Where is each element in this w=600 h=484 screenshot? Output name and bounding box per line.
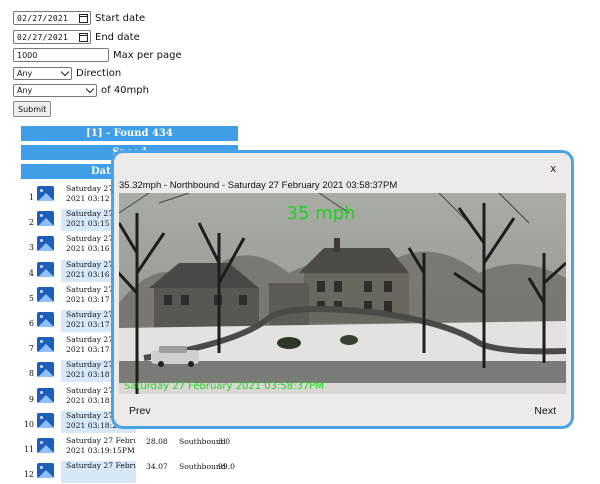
row-number: 11 bbox=[23, 445, 34, 454]
next-button[interactable]: Next bbox=[534, 405, 556, 417]
end-date-row: 02/27/2021 End date bbox=[13, 29, 140, 45]
row-number: 8 bbox=[28, 369, 34, 379]
overlay-timestamp-text: Saturday 27 February 2021 03:58:37PM bbox=[124, 381, 324, 392]
thumbnail-image-icon[interactable] bbox=[37, 312, 54, 327]
camera-photo: 35 mph Saturday 27 February 2021 03:58:3… bbox=[119, 193, 566, 394]
start-date-input[interactable]: 02/27/2021 bbox=[13, 11, 91, 25]
thumbnail-image-icon[interactable] bbox=[37, 236, 54, 252]
speed-cell: 28.08 bbox=[146, 437, 168, 446]
start-date-value: 02/27/2021 bbox=[17, 14, 69, 23]
speed-cell: 34.07 bbox=[146, 462, 168, 472]
max-per-page-input[interactable]: 1000 bbox=[13, 48, 109, 62]
speed-filter-select[interactable]: Any bbox=[13, 83, 97, 97]
date-line-1: Saturday 27 February bbox=[66, 436, 136, 445]
row-number: 9 bbox=[28, 394, 34, 404]
date-header: Dat bbox=[91, 166, 111, 177]
thumbnail-image-icon[interactable] bbox=[37, 211, 54, 227]
table-row: 12Saturday 27 February34.07Southbound99.… bbox=[21, 460, 238, 484]
thumbnail-image-icon[interactable] bbox=[37, 362, 54, 378]
direction-select[interactable]: Any bbox=[13, 66, 72, 80]
thumbnail-image-icon[interactable] bbox=[37, 186, 54, 201]
overlay-speed-text: 35 mph bbox=[287, 203, 356, 224]
speed-filter-value: Any bbox=[17, 85, 33, 95]
calendar-icon[interactable] bbox=[79, 14, 88, 23]
image-viewer-modal: x 35.32mph - Northbound - Saturday 27 Fe… bbox=[111, 150, 574, 429]
distance-cell: 99.0 bbox=[218, 462, 235, 472]
thumbnail-image-icon[interactable] bbox=[37, 337, 54, 353]
thumbnail-image-icon[interactable] bbox=[37, 286, 54, 302]
camera-snapshot-image: 35 mph Saturday 27 February 2021 03:58:3… bbox=[119, 193, 566, 394]
chevron-down-icon bbox=[85, 84, 95, 93]
end-date-input[interactable]: 02/27/2021 bbox=[13, 30, 91, 44]
date-line-1: Saturday 27 February bbox=[66, 461, 136, 471]
thumbnail-image-icon[interactable] bbox=[37, 387, 54, 403]
end-date-label: End date bbox=[95, 31, 140, 43]
date-cell: Saturday 27 February2021 03:19:15PM bbox=[61, 436, 136, 458]
max-per-page-label: Max per page bbox=[113, 49, 182, 61]
row-number: 4 bbox=[28, 268, 34, 278]
modal-caption: 35.32mph - Northbound - Saturday 27 Febr… bbox=[119, 180, 398, 191]
table-row: 11 Saturday 27 February2021 03:19:15PM 28.… bbox=[21, 435, 238, 459]
calendar-icon[interactable] bbox=[79, 33, 88, 42]
thumb-header bbox=[21, 164, 58, 179]
row-number: 7 bbox=[28, 344, 34, 354]
close-button[interactable]: x bbox=[551, 163, 557, 175]
submit-button[interactable]: Submit bbox=[13, 101, 52, 117]
speed-filter-label: of 40mph bbox=[101, 84, 149, 96]
row-number: 1 bbox=[28, 193, 34, 202]
row-number: 3 bbox=[28, 243, 34, 253]
results-banner: [1] - Found 434 bbox=[21, 126, 238, 141]
start-date-row: 02/27/2021 Start date bbox=[13, 10, 145, 26]
direction-value: Any bbox=[17, 68, 33, 78]
row-number: 10 bbox=[23, 419, 34, 429]
end-date-value: 02/27/2021 bbox=[17, 33, 69, 42]
thumbnail-image-icon[interactable] bbox=[37, 438, 54, 453]
thumbnail-image-icon[interactable] bbox=[37, 463, 54, 479]
max-per-page-row: 1000 Max per page bbox=[13, 47, 182, 63]
thumbnail-image-icon[interactable] bbox=[37, 261, 54, 277]
row-number: 6 bbox=[28, 319, 34, 328]
thumbnail-image-icon[interactable] bbox=[37, 412, 54, 428]
speed-filter-row: Any of 40mph bbox=[13, 82, 149, 98]
direction-label: Direction bbox=[76, 67, 122, 79]
row-number: 2 bbox=[28, 218, 34, 228]
row-number: 5 bbox=[28, 293, 34, 303]
date-line-2: 2021 03:19:15PM bbox=[66, 446, 135, 455]
prev-button[interactable]: Prev bbox=[129, 405, 151, 417]
chevron-down-icon bbox=[60, 67, 70, 76]
start-date-label: Start date bbox=[95, 12, 146, 24]
direction-row: Any Direction bbox=[13, 65, 121, 81]
date-cell: Saturday 27 February bbox=[61, 461, 136, 484]
max-per-page-value: 1000 bbox=[17, 50, 38, 60]
distance-cell: 3.0 bbox=[218, 437, 231, 446]
